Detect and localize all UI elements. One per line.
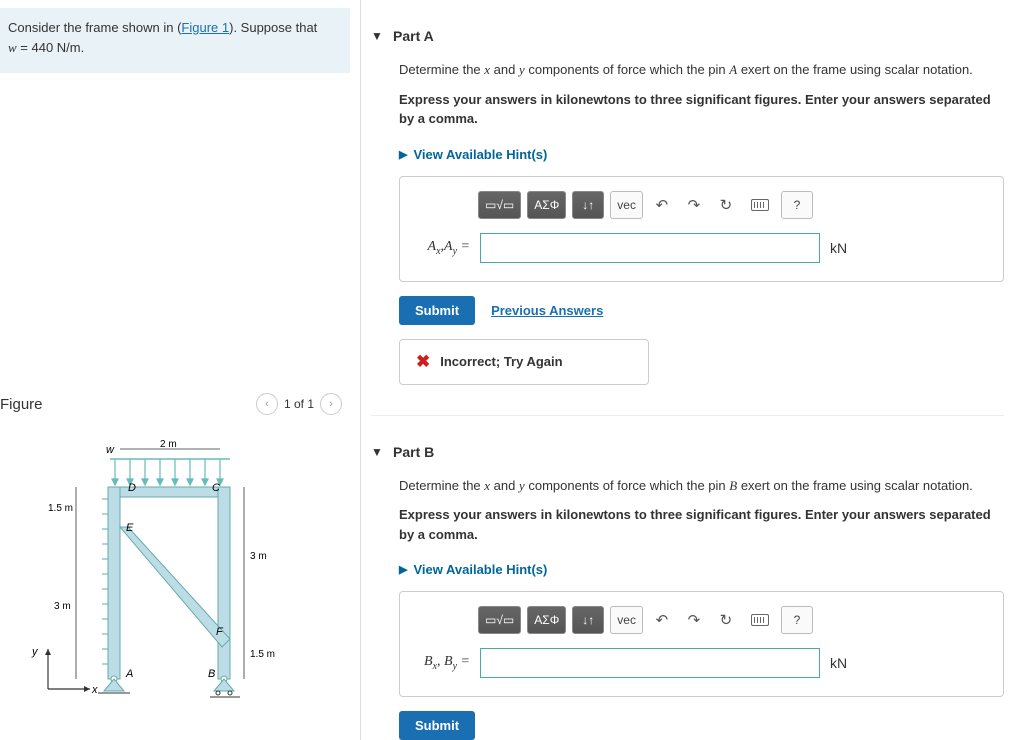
templates-button[interactable]: ▭√▭	[478, 191, 521, 219]
redo-button[interactable]: ↷	[681, 191, 707, 219]
figure-link[interactable]: Figure 1	[181, 20, 229, 35]
part-a-title: Part A	[393, 28, 434, 44]
svg-text:E: E	[126, 522, 134, 534]
reset-button[interactable]: ↻	[713, 606, 739, 634]
help-button[interactable]: ?	[781, 606, 813, 634]
svg-text:C: C	[212, 482, 220, 494]
keyboard-icon[interactable]	[745, 191, 775, 219]
part-a: ▼ Part A Determine the x and y component…	[371, 22, 1004, 385]
svg-text:B: B	[208, 668, 215, 680]
svg-text:1.5 m: 1.5 m	[48, 503, 73, 514]
svg-text:x: x	[91, 684, 98, 696]
figure-title: Figure	[0, 396, 43, 413]
figure-diagram: y x w	[0, 439, 350, 702]
part-b-title: Part B	[393, 444, 434, 460]
problem-text: Consider the frame shown in (	[8, 20, 181, 35]
figure-counter: 1 of 1	[284, 397, 314, 411]
part-b-answer-input[interactable]	[480, 648, 820, 678]
greek-button[interactable]: ΑΣΦ	[527, 191, 566, 219]
svg-text:y: y	[31, 646, 39, 658]
problem-statement: Consider the frame shown in (Figure 1). …	[0, 8, 350, 73]
svg-text:D: D	[128, 482, 136, 494]
part-a-hints-toggle[interactable]: ▶ View Available Hint(s)	[399, 147, 547, 162]
part-b-hints-toggle[interactable]: ▶ View Available Hint(s)	[399, 562, 547, 577]
part-b-question: Determine the x and y components of forc…	[399, 476, 1004, 496]
chevron-right-icon: ▶	[399, 563, 407, 576]
part-a-variable-label: Ax,Ay =	[418, 239, 470, 257]
svg-text:3 m: 3 m	[54, 601, 71, 612]
collapse-icon[interactable]: ▼	[371, 29, 383, 43]
chevron-right-icon: ▶	[399, 148, 407, 161]
svg-text:3 m: 3 m	[250, 551, 267, 562]
svg-text:A: A	[125, 668, 133, 680]
figure-prev-button[interactable]: ‹	[256, 393, 278, 415]
part-b-answer-box: ▭√▭ ΑΣΦ ↓↑ vec ↶ ↷ ↻ ? Bx, By = kN	[399, 591, 1004, 697]
arrows-button[interactable]: ↓↑	[572, 606, 604, 634]
part-a-previous-answers-link[interactable]: Previous Answers	[491, 303, 603, 318]
part-a-answer-box: ▭√▭ ΑΣΦ ↓↑ vec ↶ ↷ ↻ ? Ax,Ay = kN	[399, 176, 1004, 282]
help-button[interactable]: ?	[781, 191, 813, 219]
undo-button[interactable]: ↶	[649, 606, 675, 634]
part-b-instruction: Express your answers in kilonewtons to t…	[399, 505, 1004, 544]
svg-text:2 m: 2 m	[160, 439, 177, 450]
part-b-variable-label: Bx, By =	[418, 654, 470, 672]
reset-button[interactable]: ↻	[713, 191, 739, 219]
part-a-unit: kN	[830, 240, 847, 256]
variable-w: w	[8, 40, 17, 55]
collapse-icon[interactable]: ▼	[371, 445, 383, 459]
templates-button[interactable]: ▭√▭	[478, 606, 521, 634]
part-a-answer-input[interactable]	[480, 233, 820, 263]
part-b-submit-button[interactable]: Submit	[399, 711, 475, 740]
greek-button[interactable]: ΑΣΦ	[527, 606, 566, 634]
part-a-feedback: ✖ Incorrect; Try Again	[399, 339, 649, 385]
part-a-instruction: Express your answers in kilonewtons to t…	[399, 90, 1004, 129]
part-a-submit-button[interactable]: Submit	[399, 296, 475, 325]
arrows-button[interactable]: ↓↑	[572, 191, 604, 219]
part-b-unit: kN	[830, 655, 847, 671]
vec-button[interactable]: vec	[610, 191, 643, 219]
incorrect-icon: ✖	[416, 352, 430, 372]
part-b: ▼ Part B Determine the x and y component…	[371, 438, 1004, 740]
keyboard-icon[interactable]	[745, 606, 775, 634]
svg-text:w: w	[106, 444, 115, 456]
part-a-question: Determine the x and y components of forc…	[399, 60, 1004, 80]
undo-button[interactable]: ↶	[649, 191, 675, 219]
vec-button[interactable]: vec	[610, 606, 643, 634]
svg-text:1.5 m: 1.5 m	[250, 649, 275, 660]
redo-button[interactable]: ↷	[681, 606, 707, 634]
figure-next-button[interactable]: ›	[320, 393, 342, 415]
